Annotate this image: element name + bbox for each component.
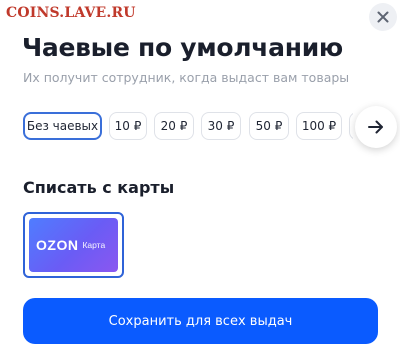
tip-options: Без чаевых 10 ₽ 20 ₽ 30 ₽ 50 ₽ 100 ₽ [23, 112, 353, 142]
scroll-next-button[interactable] [355, 106, 397, 148]
tip-option-100[interactable]: 100 ₽ [296, 112, 342, 140]
payment-section-title: Списать с карты [23, 178, 175, 197]
tip-option-20[interactable]: 20 ₽ [154, 112, 194, 140]
arrow-right-icon [368, 120, 383, 134]
tip-option-50[interactable]: 50 ₽ [249, 112, 289, 140]
tip-option-30[interactable]: 30 ₽ [201, 112, 241, 140]
card-label: Карта [82, 240, 106, 250]
tip-option-none[interactable]: Без чаевых [23, 112, 102, 140]
modal-title: Чаевые по умолчанию [22, 33, 343, 62]
card-brand-logo: OZON [36, 237, 79, 253]
modal-subtitle: Их получит сотрудник, когда выдаст вам т… [23, 70, 350, 85]
watermark: COINS.LAVE.RU [6, 5, 136, 21]
ozon-card: OZON Карта [29, 218, 118, 272]
close-button[interactable] [369, 3, 397, 31]
payment-card-option[interactable]: OZON Карта [23, 212, 124, 278]
close-icon [377, 11, 389, 23]
tip-option-10[interactable]: 10 ₽ [109, 112, 147, 140]
tip-option-more[interactable] [349, 112, 353, 140]
save-button[interactable]: Сохранить для всех выдач [23, 298, 378, 344]
